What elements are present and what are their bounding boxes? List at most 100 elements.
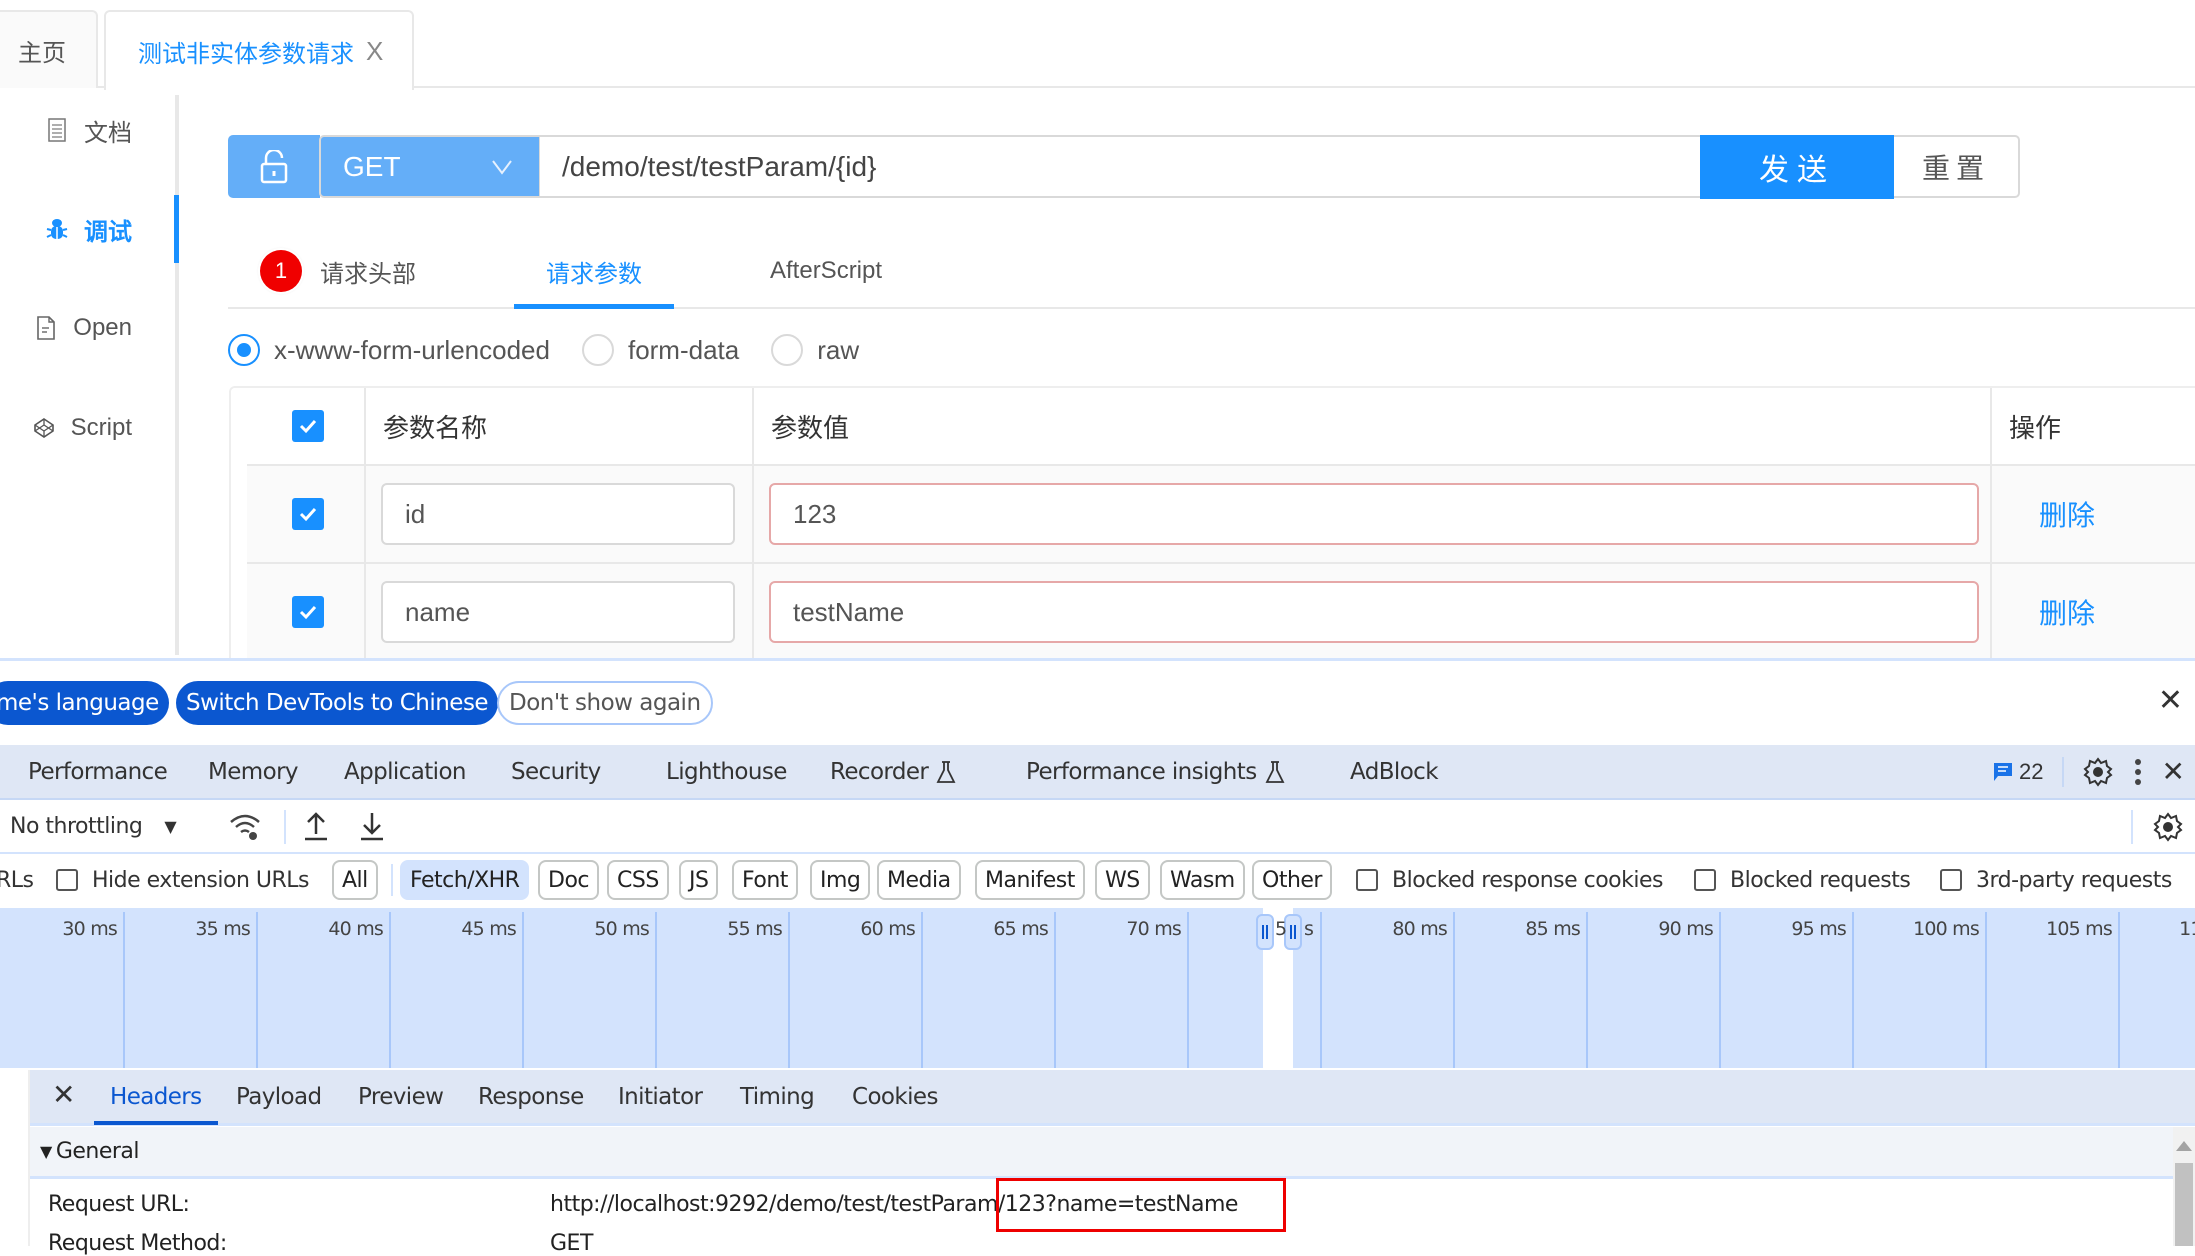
network-conditions-icon[interactable] — [228, 812, 262, 842]
sidebar-item-docs[interactable]: 文档 — [0, 110, 170, 150]
detail-tab-response[interactable]: Response — [478, 1070, 584, 1123]
url-value: /demo/test/testParam/{id} — [562, 150, 877, 182]
sidebar-item-label: Script — [70, 414, 132, 441]
timeline-right-handle[interactable] — [1284, 914, 1302, 950]
more-vertical-icon[interactable] — [2132, 757, 2144, 787]
lock-toggle-button[interactable] — [228, 135, 320, 198]
url-highlight-annotation — [996, 1178, 1286, 1232]
issues-counter[interactable]: 22 — [1993, 759, 2044, 785]
close-icon[interactable]: X — [366, 36, 383, 67]
request-subtabs: 1 请求头部 请求参数 AfterScript — [228, 235, 2195, 309]
blocked-response-cookies-checkbox[interactable]: Blocked response cookies — [1356, 860, 1664, 900]
unlock-icon — [260, 149, 288, 183]
request-method-value: GET — [550, 1231, 593, 1256]
filter-wasm[interactable]: Wasm — [1160, 860, 1245, 900]
request-list-gutter — [0, 1070, 30, 1246]
detail-tab-cookies[interactable]: Cookies — [852, 1070, 938, 1123]
send-button[interactable]: 发送 — [1700, 135, 1894, 199]
hide-extension-urls-checkbox[interactable]: Hide extension URLs — [56, 860, 310, 900]
url-input[interactable]: /demo/test/testParam/{id} — [540, 135, 1702, 198]
filter-other[interactable]: Other — [1252, 860, 1332, 900]
general-section-header[interactable]: ▼ General — [30, 1127, 2175, 1179]
sidebar-item-open[interactable]: Open — [0, 308, 170, 348]
filter-img[interactable]: Img — [810, 860, 871, 900]
throttling-select[interactable]: No throttling ▼ — [10, 800, 177, 852]
timeline-tick-label: 90 ms — [1658, 918, 1713, 940]
detail-tab-headers[interactable]: Headers — [94, 1070, 217, 1125]
filter-font[interactable]: Font — [732, 860, 798, 900]
tab-after-script[interactable]: AfterScript — [770, 235, 882, 307]
timeline-tick-label: 110 ms — [2179, 918, 2195, 940]
reset-button[interactable]: 重置 — [1894, 135, 2020, 198]
settings-gear-icon[interactable] — [2082, 756, 2114, 788]
tab-home[interactable]: 主页 — [0, 10, 98, 88]
delete-link[interactable]: 删除 — [2039, 494, 2095, 534]
devtools-tab-performance-insights[interactable]: Performance insights — [1026, 745, 1285, 798]
detail-tab-payload[interactable]: Payload — [236, 1070, 322, 1123]
blocked-requests-checkbox[interactable]: Blocked requests — [1694, 860, 1911, 900]
radio-raw[interactable]: raw — [771, 334, 859, 366]
tab-label: 请求参数 — [546, 260, 642, 288]
devtools-tab-recorder[interactable]: Recorder — [830, 745, 956, 798]
radio-form-data[interactable]: form-data — [581, 334, 739, 366]
match-language-button[interactable]: me's language — [0, 681, 169, 725]
checkbox-label: Blocked requests — [1730, 867, 1911, 893]
filter-media[interactable]: Media — [877, 860, 961, 900]
third-party-requests-checkbox[interactable]: 3rd-party requests — [1940, 860, 2172, 900]
table-header-row: 参数名称 参数值 操作 — [231, 388, 2195, 464]
download-icon[interactable] — [358, 810, 386, 842]
network-overview-timeline[interactable]: 30 ms 35 ms 40 ms 45 ms 50 ms 55 ms 60 ms 65 ms… — [0, 908, 2195, 1068]
filter-fetch-xhr[interactable]: Fetch/XHR — [400, 860, 530, 900]
method-value: GET — [343, 150, 401, 182]
detail-tab-preview[interactable]: Preview — [358, 1070, 444, 1123]
filter-css[interactable]: CSS — [607, 860, 669, 900]
param-name-input[interactable]: id — [381, 483, 735, 545]
network-settings-gear-icon[interactable] — [2152, 811, 2184, 843]
timeline-left-handle[interactable] — [1256, 914, 1274, 950]
row-checkbox[interactable] — [292, 564, 324, 658]
detail-tab-initiator[interactable]: Initiator — [618, 1070, 703, 1123]
checkbox-label: 3rd-party requests — [1976, 867, 2172, 893]
chevron-down-icon — [492, 160, 512, 175]
filter-manifest[interactable]: Manifest — [975, 860, 1085, 900]
sidebar-item-debug[interactable]: 调试 — [0, 209, 170, 249]
param-value-input[interactable]: testName — [769, 581, 1979, 643]
filter-all[interactable]: All — [332, 860, 378, 900]
param-value-input[interactable]: 123 — [769, 483, 1979, 545]
devtools-tab-memory[interactable]: Memory — [208, 745, 299, 798]
dropdown-arrow-icon: ▼ — [164, 816, 177, 836]
tab-request-params[interactable]: 请求参数 — [514, 235, 674, 309]
delete-link[interactable]: 删除 — [2039, 592, 2095, 632]
filter-ws[interactable]: WS — [1095, 860, 1150, 900]
dont-show-again-button[interactable]: Don't show again — [497, 681, 713, 725]
filter-js[interactable]: JS — [679, 860, 719, 900]
timeline-tick-label: 105 ms — [2046, 918, 2113, 940]
detail-tab-timing[interactable]: Timing — [740, 1070, 815, 1123]
upload-icon[interactable] — [302, 810, 330, 842]
scrollbar[interactable] — [2173, 1127, 2195, 1246]
row-checkbox[interactable] — [292, 466, 324, 562]
sidebar-item-script[interactable]: Script — [0, 408, 170, 448]
close-devtools-icon[interactable]: ✕ — [2162, 755, 2185, 788]
radio-x-www-form-urlencoded[interactable]: x-www-form-urlencoded — [228, 334, 550, 366]
checkbox-label: Blocked response cookies — [1392, 867, 1664, 893]
filter-doc[interactable]: Doc — [538, 860, 599, 900]
select-all-checkbox[interactable] — [292, 388, 324, 464]
timeline-gridline — [256, 912, 258, 1068]
devtools-tab-application[interactable]: Application — [344, 745, 467, 798]
switch-chinese-button[interactable]: Switch DevTools to Chinese — [176, 681, 499, 725]
devtools-tab-lighthouse[interactable]: Lighthouse — [666, 745, 787, 798]
tab-request-headers[interactable]: 1 请求头部 — [260, 235, 416, 307]
tab-test-request[interactable]: 测试非实体参数请求 X — [104, 10, 414, 90]
network-toolbar: No throttling ▼ — [0, 800, 2195, 854]
devtools-tab-performance[interactable]: Performance — [28, 745, 168, 798]
param-name-input[interactable]: name — [381, 581, 735, 643]
close-icon[interactable]: ✕ — [2158, 683, 2183, 718]
method-select[interactable]: GET — [319, 135, 541, 198]
close-detail-icon[interactable]: ✕ — [52, 1078, 75, 1111]
checkbox-box — [1694, 869, 1716, 891]
timeline-tick-label: 85 ms — [1525, 918, 1580, 940]
devtools-tab-adblock[interactable]: AdBlock — [1350, 745, 1439, 798]
timeline-gridline — [1852, 912, 1854, 1068]
devtools-tab-security[interactable]: Security — [511, 745, 601, 798]
